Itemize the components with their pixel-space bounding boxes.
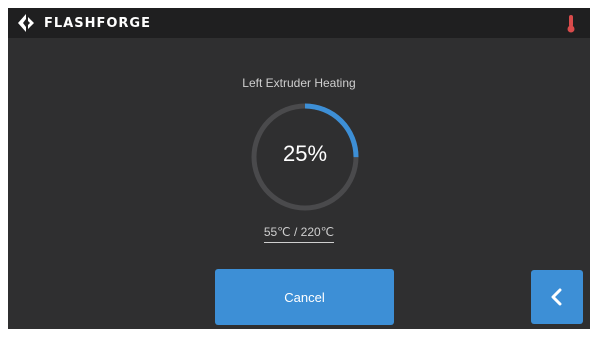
progress-percent: 25% [282, 141, 328, 166]
temperature-readout: 55℃ / 220℃ [263, 225, 335, 243]
chevron-left-icon [551, 288, 562, 306]
top-bar: FLASHFORGE [8, 8, 590, 38]
printer-screen: FLASHFORGE Left Extruder Heating 25% 55℃… [8, 8, 590, 329]
cancel-button[interactable]: Cancel [215, 269, 394, 325]
temperature-readout-row: 55℃ / 220℃ [8, 223, 590, 243]
back-button[interactable] [531, 270, 583, 324]
heating-title: Left Extruder Heating [242, 76, 356, 90]
brand-name: FLASHFORGE [44, 15, 151, 31]
flashforge-logo-icon [18, 14, 34, 32]
brand: FLASHFORGE [16, 12, 151, 34]
progress-ring: 25% [249, 101, 361, 213]
thermometer-icon [567, 15, 575, 33]
